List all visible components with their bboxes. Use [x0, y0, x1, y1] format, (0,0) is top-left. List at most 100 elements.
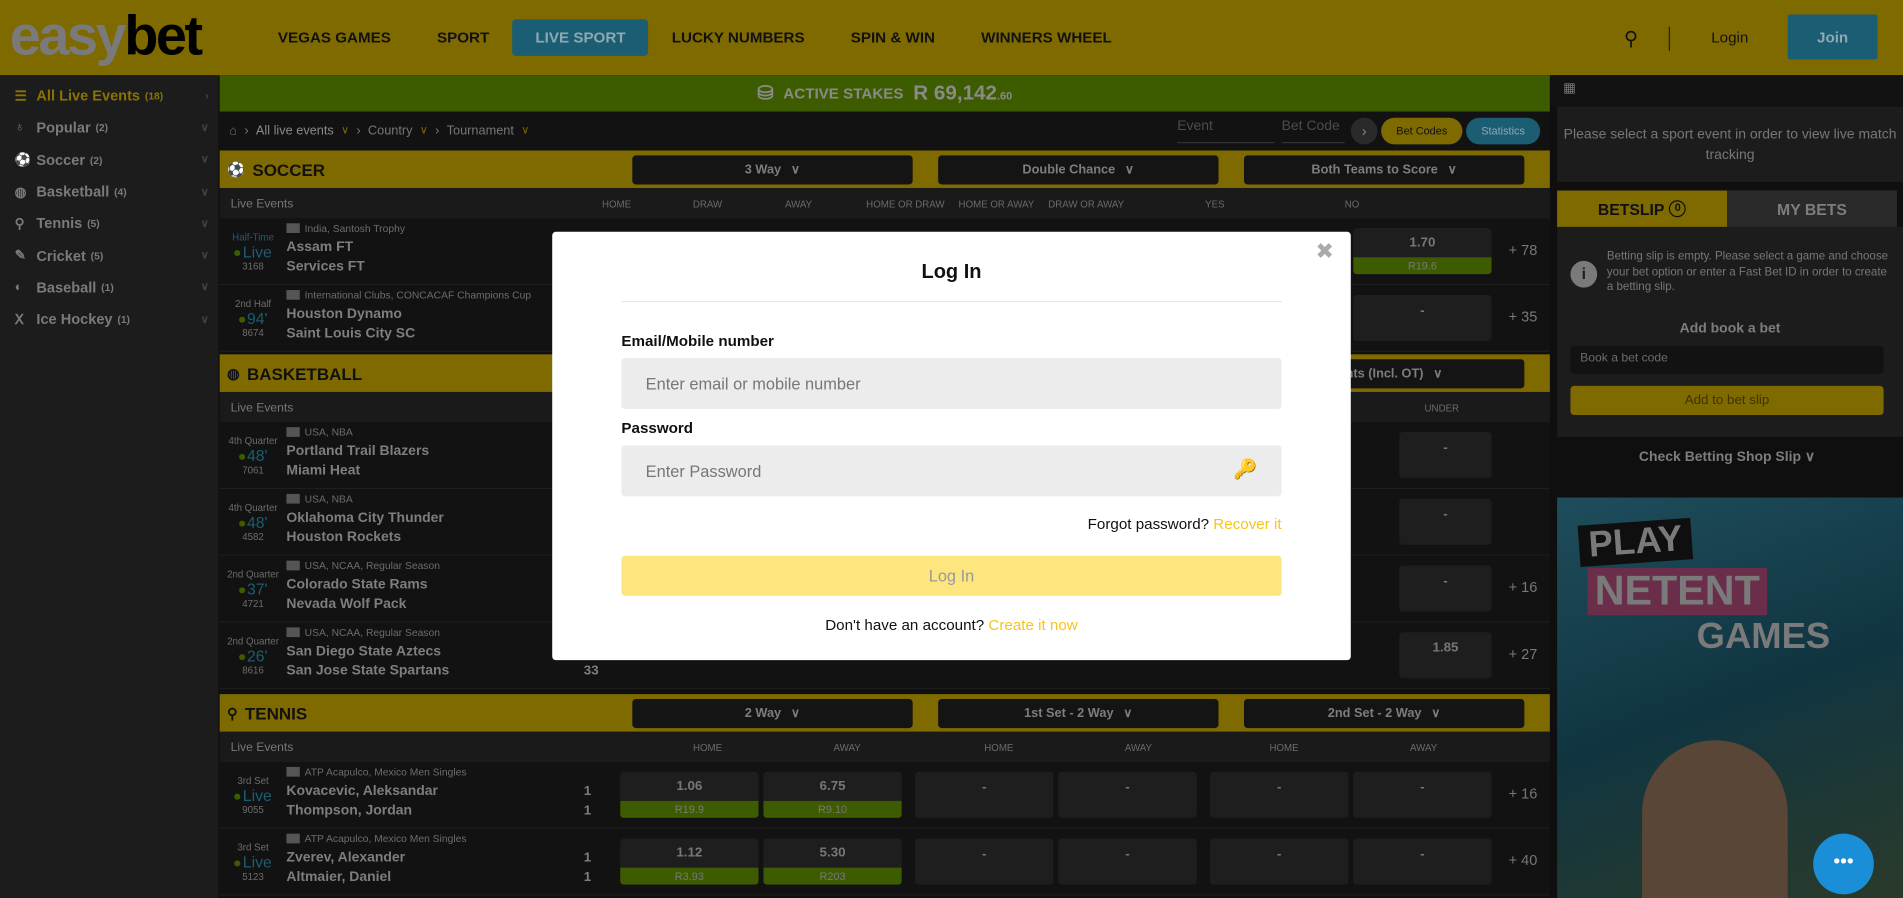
odds-button[interactable]: -: [1210, 771, 1349, 818]
award-icon: ♁: [14, 120, 25, 136]
join-button[interactable]: Join: [1787, 14, 1878, 60]
event-id: 8674: [242, 327, 264, 339]
chevron-down-icon: ∨: [419, 123, 428, 136]
nav-item-lucky-numbers[interactable]: LUCKY NUMBERS: [649, 19, 828, 55]
odds-button[interactable]: 1.85: [1399, 632, 1492, 679]
chevron-down-icon: ∨: [1124, 162, 1135, 178]
more-markets-link[interactable]: + 35: [1509, 308, 1538, 325]
bet-codes-button[interactable]: Bet Codes: [1381, 117, 1463, 145]
sidebar-item-soccer[interactable]: ⚽ Soccer (2) ∨: [0, 144, 218, 176]
sidebar-item-all-live-events[interactable]: ☰ All Live Events (18) ›: [0, 80, 218, 112]
login-submit-button[interactable]: Log In: [621, 555, 1282, 596]
easybet-logo[interactable]: easybet: [10, 7, 203, 63]
nav-item-live-sport[interactable]: LIVE SPORT: [512, 19, 649, 56]
odds-button[interactable]: -: [1399, 498, 1492, 545]
sidebar-item-basketball[interactable]: ◍ Basketball (4) ∨: [0, 176, 218, 208]
clock-value: Live: [242, 853, 272, 872]
field-icon[interactable]: ▦: [1551, 75, 1903, 107]
home-team: Kovacevic, Aleksandar: [286, 783, 438, 799]
odds-value: 1.70: [1409, 235, 1436, 250]
market-selector[interactable]: 1st Set - 2 Way ∨: [938, 698, 1219, 729]
odds-button[interactable]: -: [1210, 838, 1349, 885]
odds-button[interactable]: 5.30 R203: [763, 838, 902, 885]
sidebar-item-tennis[interactable]: ⚲ Tennis (5) ∨: [0, 208, 218, 240]
tab-betslip[interactable]: BETSLIP 0: [1557, 190, 1728, 227]
login-link[interactable]: Login: [1711, 29, 1748, 46]
breadcrumb-all-live[interactable]: All live events: [256, 123, 334, 138]
clock-value: 48': [246, 513, 268, 532]
breadcrumb-country[interactable]: Country: [368, 123, 413, 138]
market-selector[interactable]: Both Teams to Score ∨: [1243, 155, 1525, 185]
odds-button[interactable]: 6.75 R9.10: [763, 771, 902, 818]
odds-button[interactable]: 1.06 R19.9: [620, 771, 759, 818]
event-row[interactable]: 3rd Set Live 5123 ATP Acapulco, Mexico Men …: [219, 828, 1550, 896]
live-events-label: Live Events: [230, 197, 294, 212]
column-header: HOME: [692, 742, 723, 754]
nav-item-winners-wheel[interactable]: WINNERS WHEEL: [958, 19, 1135, 55]
odds-button[interactable]: -: [915, 771, 1054, 818]
column-header: AWAY: [833, 742, 861, 754]
odds-button[interactable]: 1.70 R19.6: [1353, 228, 1492, 275]
odds-value: -: [1420, 780, 1425, 795]
key-icon[interactable]: 🔑: [1233, 457, 1257, 481]
bet-code-input[interactable]: Bet Code: [1281, 119, 1345, 144]
home-team: San Diego State Aztecs: [286, 644, 442, 659]
home-icon[interactable]: ⌂: [229, 123, 237, 138]
recover-link[interactable]: Recover it: [1213, 516, 1281, 533]
flag-icon: [286, 223, 300, 233]
check-betting-shop-slip[interactable]: Check Betting Shop Slip ∨: [1551, 448, 1903, 465]
market-selector[interactable]: 2nd Set - 2 Way ∨: [1243, 698, 1525, 729]
odds-button[interactable]: 1.12 R3.93: [620, 838, 759, 885]
create-account-link[interactable]: Create it now: [988, 616, 1077, 633]
market-selector[interactable]: 3 Way ∨: [632, 155, 913, 185]
book-bet-code-input[interactable]: Book a bet code: [1570, 345, 1884, 374]
nav-item-spin-win[interactable]: SPIN & WIN: [828, 19, 958, 55]
odds-button[interactable]: -: [1353, 771, 1492, 818]
nav-item-sport[interactable]: SPORT: [414, 19, 512, 55]
odds-button[interactable]: -: [1399, 565, 1492, 612]
sidebar-item-baseball[interactable]: ◐ Baseball (1) ∨: [0, 272, 218, 304]
password-field[interactable]: [621, 445, 1282, 497]
event-search-input[interactable]: Event: [1177, 119, 1275, 144]
more-markets-link[interactable]: + 27: [1509, 646, 1538, 663]
breadcrumb-tournament[interactable]: Tournament: [447, 123, 514, 138]
odds-button[interactable]: -: [1058, 838, 1197, 885]
more-markets-link[interactable]: + 16: [1509, 579, 1538, 596]
more-markets-link[interactable]: + 40: [1509, 852, 1538, 869]
flag-icon: [286, 560, 300, 571]
home-team: Assam FT: [286, 240, 354, 255]
odds-button[interactable]: -: [1353, 838, 1492, 885]
search-icon[interactable]: ⚲: [1624, 27, 1638, 51]
market-label: 2nd Set - 2 Way: [1327, 706, 1422, 721]
event-row[interactable]: 3rd Set Live 9055 ATP Acapulco, Mexico Men …: [219, 762, 1550, 829]
market-label: Both Teams to Score: [1311, 162, 1438, 178]
nav-item-vegas-games[interactable]: VEGAS GAMES: [255, 19, 414, 55]
chat-button[interactable]: •••: [1813, 833, 1874, 895]
add-to-bet-slip-button[interactable]: Add to bet slip: [1570, 385, 1884, 416]
competition: International Clubs, CONCACAF Champions …: [286, 289, 531, 301]
odds-value: -: [1420, 847, 1425, 862]
flag-icon: [286, 627, 300, 638]
sidebar-item-cricket[interactable]: ✎ Cricket (5) ∨: [0, 240, 218, 272]
odds-button[interactable]: -: [915, 838, 1054, 885]
market-selector[interactable]: 2 Way ∨: [632, 698, 913, 729]
email-field[interactable]: [621, 357, 1282, 409]
more-markets-link[interactable]: + 16: [1509, 785, 1538, 802]
column-header: HOME OR DRAW: [866, 199, 945, 210]
clock-value: Live: [242, 786, 272, 805]
event-time: 4th Quarter 48' 4582: [220, 501, 287, 545]
sidebar-item-ice-hockey[interactable]: Ⅹ Ice Hockey (1) ∨: [0, 303, 218, 335]
odds-button[interactable]: -: [1399, 432, 1492, 479]
odds-button[interactable]: -: [1353, 294, 1492, 341]
event-id: 7061: [242, 464, 264, 476]
tab-my-bets[interactable]: MY BETS: [1727, 190, 1897, 227]
chevron-down-icon: ∨: [200, 185, 209, 198]
statistics-button[interactable]: Statistics: [1466, 117, 1541, 145]
more-markets-link[interactable]: + 78: [1509, 241, 1538, 258]
sidebar-item-popular[interactable]: ♁ Popular (2) ∨: [0, 112, 218, 144]
chevron-right-icon[interactable]: ›: [1350, 117, 1378, 145]
chevron-down-icon: ∨: [790, 162, 801, 178]
market-selector[interactable]: Double Chance ∨: [938, 155, 1219, 185]
odds-button[interactable]: -: [1058, 771, 1197, 818]
divider: [621, 300, 1282, 303]
